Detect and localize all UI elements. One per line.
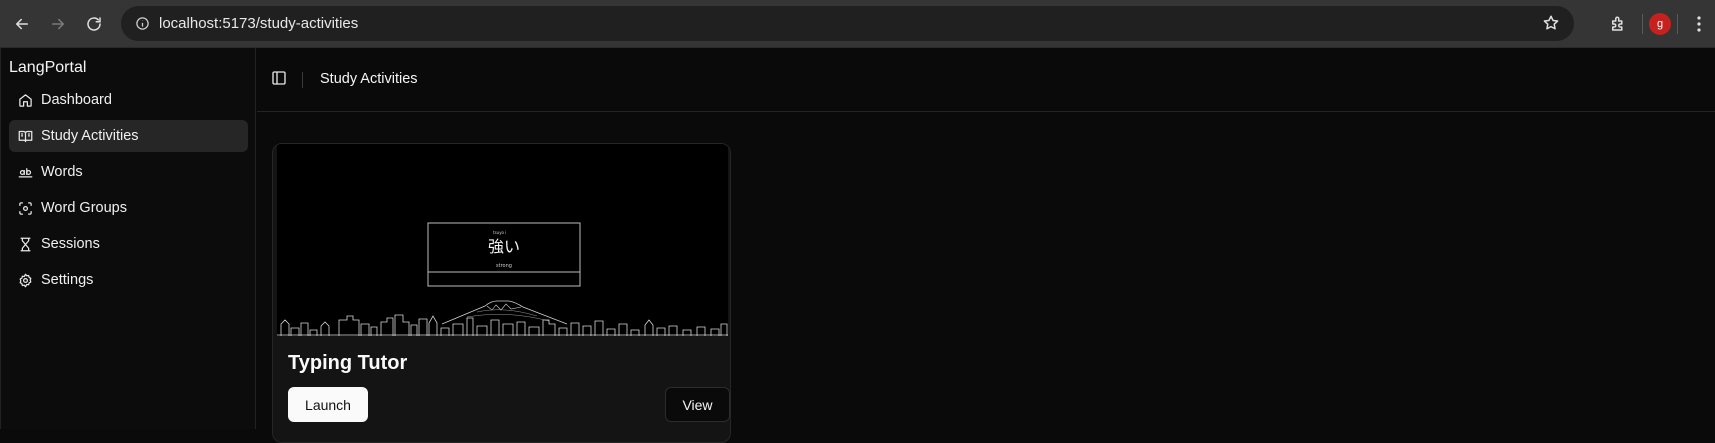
url-text[interactable]: localhost:5173/study-activities bbox=[159, 15, 358, 32]
home-icon bbox=[17, 92, 33, 108]
flashcard-reading: tsuyo i bbox=[493, 230, 506, 235]
thumbnail-illustration: tsuyo i 強い strong bbox=[277, 144, 728, 336]
activity-thumbnail: tsuyo i 強い strong bbox=[277, 144, 728, 336]
bookmark-star-icon[interactable] bbox=[1542, 14, 1560, 37]
more-menu-icon[interactable] bbox=[1684, 16, 1714, 32]
view-button[interactable]: View bbox=[665, 387, 730, 422]
browser-toolbar: localhost:5173/study-activities g bbox=[0, 0, 1715, 48]
sidebar-toggle-icon[interactable] bbox=[271, 70, 289, 88]
gear-icon bbox=[17, 272, 33, 288]
sidebar-item-sessions[interactable]: Sessions bbox=[9, 228, 248, 260]
page-title: Study Activities bbox=[320, 71, 418, 87]
sidebar-item-label: Dashboard bbox=[41, 92, 112, 108]
main-content: Study Activities tsuyo i 強い strong Typin… bbox=[257, 48, 1715, 443]
hourglass-icon bbox=[17, 236, 33, 252]
toolbar-divider bbox=[1642, 14, 1643, 34]
back-icon[interactable] bbox=[4, 6, 40, 42]
activity-title: Typing Tutor bbox=[288, 352, 408, 374]
sidebar-item-dashboard[interactable]: Dashboard bbox=[9, 84, 248, 116]
app-brand[interactable]: LangPortal bbox=[9, 59, 86, 77]
sidebar: LangPortal Dashboard Study Activities Wo… bbox=[0, 48, 256, 429]
profile-avatar[interactable]: g bbox=[1649, 13, 1671, 35]
sidebar-item-label: Study Activities bbox=[41, 128, 139, 144]
whole-word-icon bbox=[17, 164, 33, 180]
flashcard-word: 強い bbox=[488, 237, 520, 256]
sidebar-item-word-groups[interactable]: Word Groups bbox=[9, 192, 248, 224]
scan-icon bbox=[17, 200, 33, 216]
reload-icon[interactable] bbox=[76, 6, 112, 42]
forward-icon[interactable] bbox=[40, 6, 76, 42]
sidebar-item-words[interactable]: Words bbox=[9, 156, 248, 188]
header-divider bbox=[302, 72, 303, 88]
sidebar-item-label: Sessions bbox=[41, 236, 100, 252]
book-open-icon bbox=[17, 128, 33, 144]
address-bar[interactable]: localhost:5173/study-activities bbox=[121, 6, 1574, 41]
activity-card: tsuyo i 強い strong Typing Tutor Launch Vi… bbox=[272, 143, 731, 443]
sidebar-item-study-activities[interactable]: Study Activities bbox=[9, 120, 248, 152]
sidebar-item-label: Word Groups bbox=[41, 200, 127, 216]
launch-button[interactable]: Launch bbox=[288, 387, 368, 422]
page-header: Study Activities bbox=[257, 48, 1715, 112]
sidebar-item-label: Settings bbox=[41, 272, 94, 288]
flashcard-meaning: strong bbox=[496, 263, 512, 269]
site-info-icon[interactable] bbox=[125, 16, 159, 31]
sidebar-item-label: Words bbox=[41, 164, 83, 180]
sidebar-menu: Dashboard Study Activities Words Word Gr… bbox=[9, 84, 248, 300]
sidebar-item-settings[interactable]: Settings bbox=[9, 264, 248, 296]
extensions-icon[interactable] bbox=[1600, 6, 1636, 42]
toolbar-divider bbox=[1677, 14, 1678, 34]
